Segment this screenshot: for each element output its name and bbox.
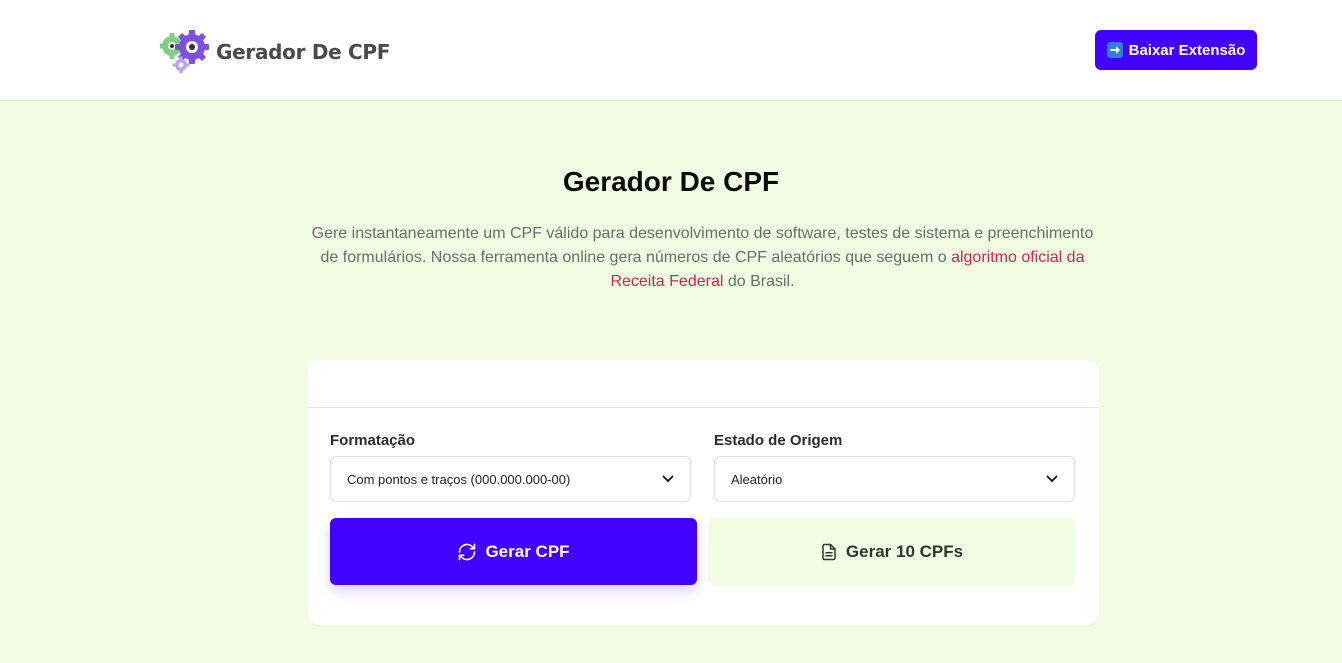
state-label: Estado de Origem xyxy=(714,432,843,449)
site-logo[interactable]: Gerador De CPF xyxy=(160,29,390,75)
generate-cpf-button[interactable]: Gerar CPF xyxy=(330,518,697,585)
refresh-icon xyxy=(459,543,476,560)
card-divider xyxy=(307,407,1099,408)
download-extension-button[interactable]: Baixar Extensão xyxy=(1095,30,1257,70)
chevron-down-icon xyxy=(1046,475,1058,482)
page-title: Gerador De CPF xyxy=(562,166,780,197)
state-select-value: Aleatório xyxy=(731,471,783,487)
download-extension-label: Baixar Extensão xyxy=(1128,41,1246,59)
chevron-down-icon xyxy=(662,475,674,482)
gears-icon xyxy=(160,30,209,74)
description-text-end: do Brasil. xyxy=(723,273,795,290)
right-arrow-icon xyxy=(1106,42,1123,58)
format-select-value: Com pontos e traços (000.000.000-00) xyxy=(347,471,571,487)
format-select[interactable]: Com pontos e traços (000.000.000-00) xyxy=(330,456,691,502)
format-label: Formatação xyxy=(330,432,416,449)
generate-10-cpfs-button[interactable]: Gerar 10 CPFs xyxy=(708,518,1075,585)
state-select[interactable]: Aleatório xyxy=(714,456,1075,502)
site-header: Gerador De CPF Baixar Extensão xyxy=(0,0,1342,101)
document-icon xyxy=(822,543,836,560)
generate-10-cpfs-label: Gerar 10 CPFs xyxy=(845,541,964,561)
generate-cpf-label: Gerar CPF xyxy=(485,541,570,561)
page-description: Gere instantaneamente um CPF válido para… xyxy=(311,222,1094,294)
generator-card: Formatação Com pontos e traços (000.000.… xyxy=(307,360,1099,625)
logo-text: Gerador De CPF xyxy=(216,40,391,64)
